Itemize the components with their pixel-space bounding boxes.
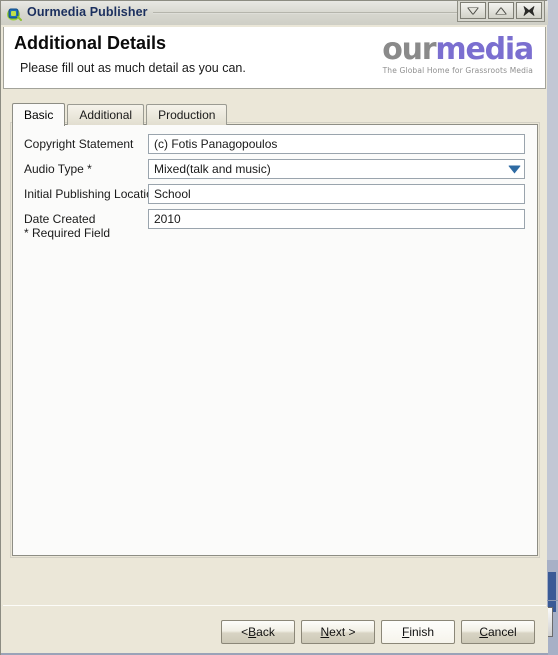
tab-basic-label: Basic (24, 108, 54, 122)
next-button[interactable]: Next > (301, 619, 375, 644)
cancel-button[interactable]: Cancel (461, 619, 535, 644)
tab-production-label: Production (158, 108, 216, 122)
finish-button-accel: F (401, 624, 410, 639)
close-button[interactable] (516, 2, 542, 19)
initial-publishing-location-input[interactable]: School (148, 184, 525, 204)
back-button-label: < (241, 624, 249, 639)
cancel-button-suffix: ancel (487, 624, 517, 639)
tab-additional[interactable]: Additional (67, 104, 145, 125)
audio-type-label: Audio Type * (24, 162, 92, 176)
finish-button-suffix: inish (409, 624, 435, 639)
logo-tagline: The Global Home for Grassroots Media (382, 66, 533, 75)
ourmedia-app-icon (6, 6, 22, 22)
maximize-button[interactable] (488, 2, 514, 19)
ourmedia-logo: ourmedia The Global Home for Grassroots … (382, 32, 534, 76)
page-subtitle: Please fill out as much detail as you ca… (20, 61, 246, 75)
date-created-label: Date Created (24, 212, 96, 226)
basic-tab-panel: Copyright Statement (c) Fotis Panagopoul… (10, 122, 540, 558)
window-controls (457, 1, 545, 22)
back-button[interactable]: < Back (221, 619, 295, 644)
minimize-button[interactable] (460, 2, 486, 19)
audio-type-value: Mixed(talk and music) (154, 162, 271, 176)
initial-publishing-location-label: Initial Publishing Location (24, 187, 160, 201)
tab-strip: Basic Additional Production (12, 103, 229, 126)
background-window (546, 0, 558, 655)
window-title: Ourmedia Publisher (27, 5, 148, 19)
copyright-statement-label: Copyright Statement (24, 137, 134, 151)
date-created-input[interactable]: 2010 (148, 209, 525, 229)
finish-button[interactable]: Finish (381, 619, 455, 644)
logo-text-our: our (382, 32, 436, 67)
wizard-button-bar: < Back Next > Finish Cancel (1, 607, 548, 655)
tab-production[interactable]: Production (146, 104, 228, 125)
ourmedia-publisher-window: Ourmedia Publisher Additional Details Pl… (0, 0, 548, 655)
button-bar-separator (3, 605, 546, 606)
chevron-down-icon[interactable] (508, 163, 521, 176)
background-window-accent (548, 572, 556, 612)
audio-type-combobox[interactable]: Mixed(talk and music) (148, 159, 525, 179)
back-button-suffix: ack (256, 624, 275, 639)
page-header: Additional Details Please fill out as mu… (3, 27, 546, 89)
required-field-note: * Required Field (24, 226, 111, 240)
title-bar[interactable]: Ourmedia Publisher (1, 1, 548, 25)
background-window-divider (546, 600, 558, 601)
next-button-suffix: ext > (329, 624, 356, 639)
tab-additional-label: Additional (79, 108, 133, 122)
page-title: Additional Details (14, 33, 167, 53)
cancel-button-accel: C (479, 624, 488, 639)
logo-text-media: media (435, 32, 534, 67)
next-button-accel: N (320, 624, 330, 639)
copyright-statement-input[interactable]: (c) Fotis Panagopoulos (148, 134, 525, 154)
back-button-accel: B (248, 624, 257, 639)
tab-basic[interactable]: Basic (12, 103, 66, 126)
